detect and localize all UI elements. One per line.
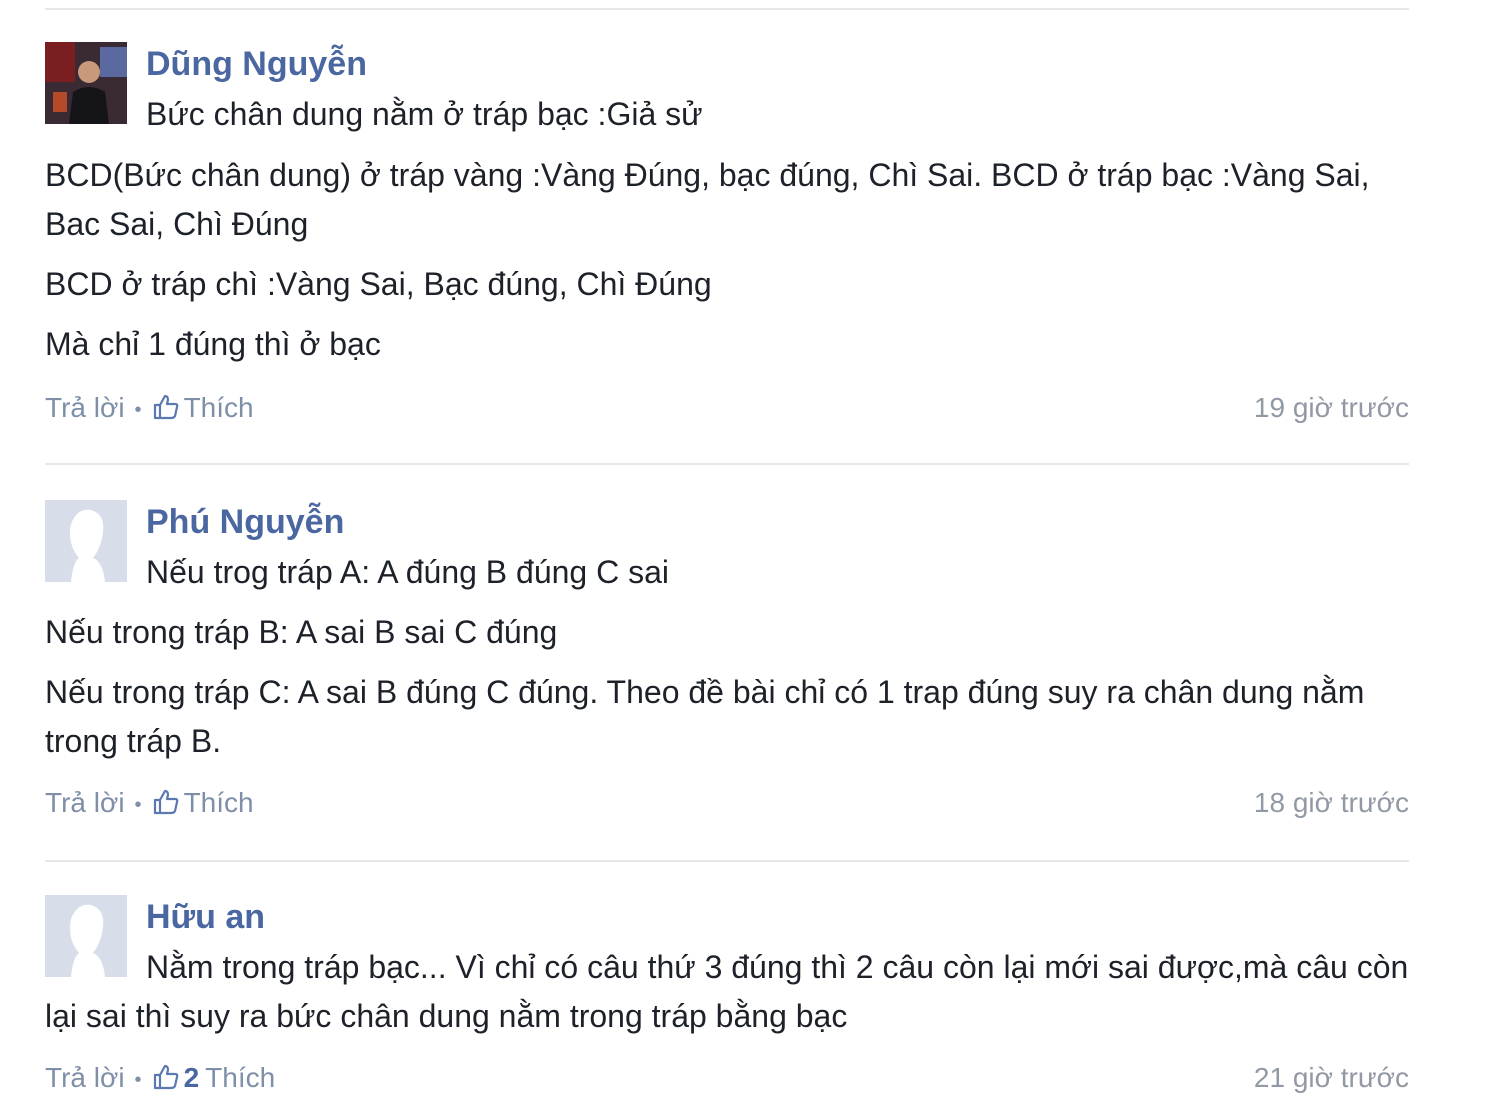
comment-3: Hữu an Nằm trong tráp bạc... Vì chỉ có c… xyxy=(45,895,1409,1110)
comment-1: Dũng Nguyễn Bức chân dung nằm ở tráp bạc… xyxy=(45,42,1409,432)
comment-body: Nếu trog tráp A: A đúng B đúng C sai Nếu… xyxy=(45,548,1409,766)
comment-text-line: Nếu trog tráp A: A đúng B đúng C sai xyxy=(146,554,670,590)
comment-actions: Trả lời • Thích xyxy=(45,390,254,428)
separator-dot: • xyxy=(134,398,142,421)
comment-paragraph: Mà chỉ 1 đúng thì ở bạc xyxy=(45,326,381,362)
comment-time: 19 giờ trước xyxy=(1253,392,1409,423)
comment-actions: Trả lời • Thích xyxy=(45,785,254,823)
like-button[interactable]: 2 Thích xyxy=(152,1062,276,1093)
like-button[interactable]: Thích xyxy=(152,392,254,423)
comment-author[interactable]: Hữu an xyxy=(146,895,265,939)
like-label: Thích xyxy=(183,392,254,423)
divider-top xyxy=(45,8,1409,10)
comment-author[interactable]: Dũng Nguyễn xyxy=(146,42,367,86)
like-button[interactable]: Thích xyxy=(152,787,254,818)
comment-paragraph: Nếu trong tráp C: A sai B đúng C đúng. T… xyxy=(45,674,1365,759)
comment-text-line: Bức chân dung nằm ở tráp bạc :Giả sử xyxy=(146,96,703,132)
comment-paragraph: Nếu trong tráp B: A sai B sai C đúng xyxy=(45,614,558,650)
comment-author[interactable]: Phú Nguyễn xyxy=(146,500,344,544)
thumbs-up-icon xyxy=(153,394,178,420)
reply-link[interactable]: Trả lời xyxy=(45,392,125,423)
thumbs-up-icon xyxy=(153,789,178,815)
separator-dot: • xyxy=(134,793,142,816)
divider xyxy=(45,463,1409,465)
comment-paragraph: BCD ở tráp chì :Vàng Sai, Bạc đúng, Chì … xyxy=(45,266,712,302)
like-label: Thích xyxy=(183,787,254,818)
like-count: 2 xyxy=(183,1062,200,1093)
divider xyxy=(45,860,1409,862)
separator-dot: • xyxy=(134,1068,142,1091)
comment-paragraph: BCD(Bức chân dung) ở tráp vàng :Vàng Đún… xyxy=(45,157,1370,242)
thumbs-up-icon xyxy=(153,1064,178,1090)
comment-body: Nằm trong tráp bạc... Vì chỉ có câu thứ … xyxy=(45,943,1409,1041)
reply-link[interactable]: Trả lời xyxy=(45,1062,125,1093)
comment-text-line: Nằm trong tráp bạc... Vì chỉ có câu thứ … xyxy=(45,949,1409,1034)
comment-time: 21 giờ trước xyxy=(1253,1062,1409,1093)
like-label: Thích xyxy=(205,1062,276,1093)
comment-2: Phú Nguyễn Nếu trog tráp A: A đúng B đún… xyxy=(45,500,1409,830)
comment-body: Bức chân dung nằm ở tráp bạc :Giả sử BCD… xyxy=(45,90,1409,369)
comment-actions: Trả lời • 2 Thích xyxy=(45,1060,275,1098)
comment-time: 18 giờ trước xyxy=(1253,787,1409,818)
reply-link[interactable]: Trả lời xyxy=(45,787,125,818)
